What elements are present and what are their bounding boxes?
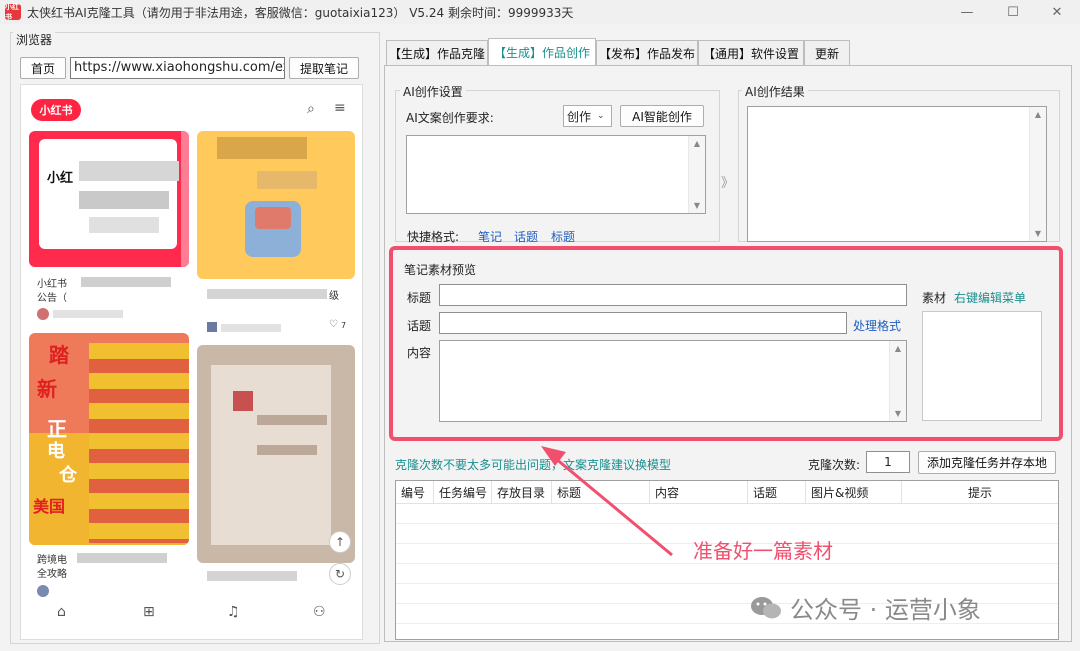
url-input[interactable]: https://www.xiaohongshu.com/explore bbox=[70, 57, 285, 79]
ai-settings-label: AI创作设置 bbox=[400, 83, 466, 100]
card-overlay-text: 新 bbox=[37, 377, 57, 401]
note-caption: 全攻略 bbox=[37, 569, 67, 580]
title-bar: 小红书 太侠红书AI克隆工具（请勿用于非法用途，客服微信：guotaixia12… bbox=[0, 0, 1080, 24]
note-card-image[interactable] bbox=[197, 345, 355, 563]
heart-icon[interactable]: ♡ bbox=[329, 319, 338, 330]
tab-settings[interactable]: 【通用】软件设置 bbox=[698, 40, 804, 65]
search-icon[interactable]: ⌕ bbox=[307, 101, 315, 117]
watermark: 公众号 · 运营小象 bbox=[750, 590, 981, 625]
mode-select[interactable]: 创作 ⌄ bbox=[563, 105, 612, 127]
scrollbar[interactable]: ▲ ▼ bbox=[688, 136, 705, 213]
chevron-down-icon: ⌄ bbox=[597, 111, 605, 121]
note-card-image[interactable] bbox=[197, 131, 355, 279]
avatar bbox=[37, 308, 49, 320]
quick-format-label: 快捷格式: bbox=[407, 230, 460, 244]
quick-link-note[interactable]: 笔记 bbox=[478, 228, 502, 245]
card-overlay-text: 美国 bbox=[33, 497, 66, 516]
note-caption: 公告（ bbox=[37, 293, 67, 304]
maximize-button[interactable]: ☐ bbox=[990, 0, 1036, 24]
tab-create[interactable]: 【生成】作品创作 bbox=[488, 38, 596, 66]
xiaohongshu-logo[interactable]: 小红书 bbox=[31, 99, 81, 121]
ai-create-button[interactable]: AI智能创作 bbox=[620, 105, 704, 127]
home-button[interactable]: 首页 bbox=[20, 57, 66, 79]
tab-clone[interactable]: 【生成】作品克隆 bbox=[386, 40, 488, 65]
tab-update[interactable]: 更新 bbox=[804, 40, 850, 65]
refresh-icon[interactable]: ↻ bbox=[329, 563, 351, 585]
watermark-text: 公众号 · 运营小象 bbox=[790, 596, 981, 624]
browser-group-label: 浏览器 bbox=[13, 31, 56, 48]
requirement-label: AI文案创作要求: bbox=[406, 111, 494, 125]
home-nav-icon[interactable]: ⌂ bbox=[57, 604, 66, 620]
column-header[interactable]: 存放目录 bbox=[492, 481, 552, 504]
highlight-box bbox=[389, 246, 1063, 441]
fetch-note-button[interactable]: 提取笔记 bbox=[289, 57, 359, 79]
card-overlay-text: 踏 bbox=[49, 343, 69, 367]
avatar bbox=[207, 322, 217, 332]
web-view[interactable]: 小红书 ⌕ ≡ 小红 小红书 公告（ 级 ♡ 7 踏 新 正 电 仓 美国 跨境… bbox=[20, 84, 363, 640]
window-title: 太侠红书AI克隆工具（请勿用于非法用途，客服微信：guotaixia123） V… bbox=[27, 5, 574, 20]
mode-select-value: 创作 bbox=[567, 109, 592, 124]
note-card-image[interactable]: 小红 bbox=[29, 131, 189, 267]
avatar bbox=[37, 585, 49, 597]
card-overlay-text: 小红 bbox=[47, 171, 74, 186]
quick-link-topic[interactable]: 话题 bbox=[514, 228, 538, 245]
clone-hint: 克隆次数不要太多可能出问题，文案克隆建议换模型 bbox=[395, 458, 672, 472]
notification-nav-icon[interactable]: ♫ bbox=[227, 604, 240, 620]
column-header[interactable]: 提示 bbox=[902, 481, 1058, 504]
column-header[interactable]: 内容 bbox=[650, 481, 748, 504]
scroll-top-icon[interactable]: ↑ bbox=[329, 531, 351, 553]
ai-result-label: AI创作结果 bbox=[742, 83, 808, 100]
card-overlay-text: 仓 bbox=[59, 465, 77, 486]
card-overlay-text: 电 bbox=[47, 441, 65, 462]
column-header[interactable]: 图片&视频 bbox=[806, 481, 902, 504]
note-caption: 小红书 bbox=[37, 279, 67, 290]
column-header[interactable]: 话题 bbox=[748, 481, 806, 504]
add-clone-task-button[interactable]: 添加克隆任务并存本地 bbox=[918, 451, 1056, 474]
ai-result-textarea[interactable]: ▲ ▼ bbox=[747, 106, 1047, 242]
publish-nav-icon[interactable]: ⊞ bbox=[143, 604, 155, 620]
arrow-icon: 》 bbox=[721, 176, 735, 191]
close-button[interactable]: ✕ bbox=[1034, 0, 1080, 24]
clone-count-input[interactable]: 1 bbox=[866, 451, 910, 473]
quick-link-title[interactable]: 标题 bbox=[551, 228, 575, 245]
column-header[interactable]: 任务编号 bbox=[434, 481, 492, 504]
minimize-button[interactable]: — bbox=[944, 0, 990, 24]
column-header[interactable]: 编号 bbox=[396, 481, 434, 504]
like-count: 7 bbox=[341, 321, 347, 330]
requirement-textarea[interactable]: ▲ ▼ bbox=[406, 135, 706, 214]
profile-nav-icon[interactable]: ⚇ bbox=[313, 604, 326, 620]
note-caption: 跨境电 bbox=[37, 555, 67, 566]
clone-count-label: 克隆次数: bbox=[808, 458, 861, 472]
column-header[interactable]: 标题 bbox=[552, 481, 650, 504]
tab-publish[interactable]: 【发布】作品发布 bbox=[596, 40, 698, 65]
note-caption: 级 bbox=[329, 291, 339, 302]
menu-icon[interactable]: ≡ bbox=[334, 100, 346, 116]
note-card-image[interactable]: 踏 新 正 电 仓 美国 bbox=[29, 333, 189, 545]
wechat-icon bbox=[751, 596, 781, 618]
scrollbar[interactable]: ▲ ▼ bbox=[1029, 107, 1046, 241]
app-icon: 小红书 bbox=[5, 3, 21, 21]
annotation-text: 准备好一篇素材 bbox=[693, 539, 833, 563]
